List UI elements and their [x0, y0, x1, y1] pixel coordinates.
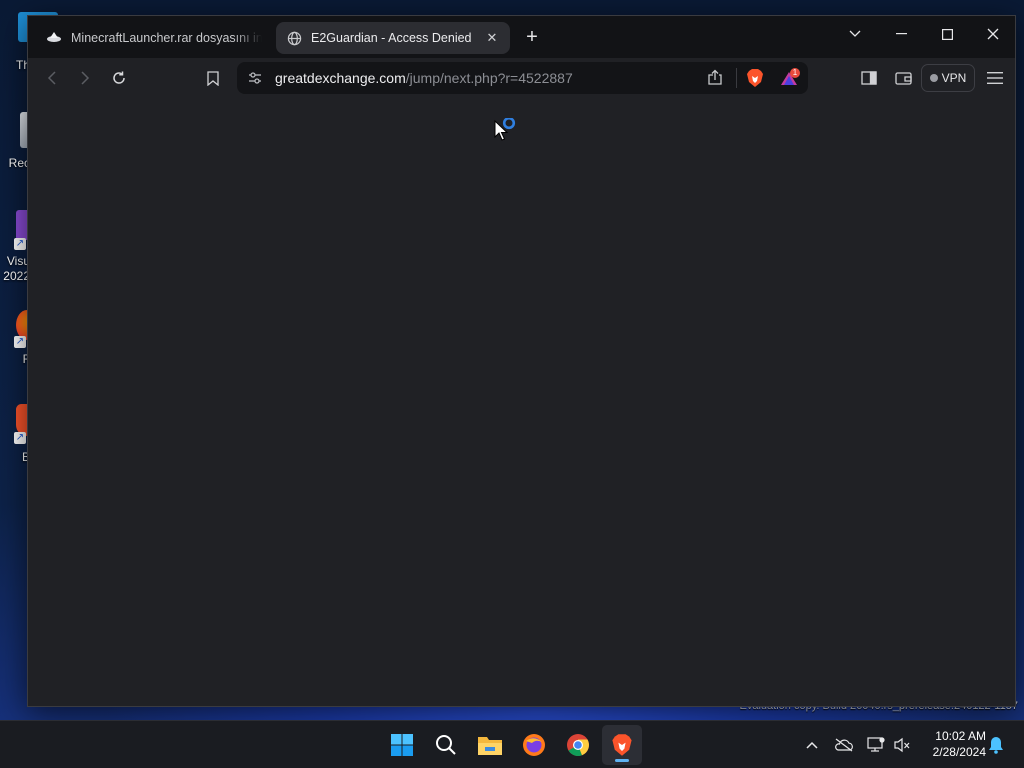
chrome-taskbar-button[interactable] [558, 725, 598, 765]
page-content-area[interactable] [28, 98, 1015, 706]
tab-title: MinecraftLauncher.rar dosyasını indir [71, 31, 262, 45]
desktop-icon-label: Th [15, 58, 30, 72]
url-host: greatdexchange.com [275, 70, 406, 86]
close-window-button[interactable] [970, 20, 1016, 48]
network-icon[interactable] [866, 735, 886, 755]
reload-button[interactable] [109, 68, 129, 88]
system-clock[interactable]: 10:02 AM 2/28/2024 [918, 728, 986, 760]
vpn-status-dot-icon [929, 74, 938, 82]
forward-button[interactable] [75, 68, 95, 88]
vpn-label: VPN [941, 71, 967, 85]
search-button[interactable] [426, 725, 466, 765]
minimize-button[interactable] [878, 20, 924, 48]
tab-search-chevron-icon[interactable] [832, 20, 878, 48]
tab-close-icon[interactable]: ✕ [484, 30, 500, 46]
rewards-badge-count: 1 [792, 68, 798, 77]
browser-toolbar: greatdexchange.com/jump/next.php?r=45228… [28, 58, 1015, 98]
chrome-icon [567, 734, 589, 756]
vpn-button[interactable]: VPN [921, 64, 975, 92]
brave-taskbar-button[interactable] [602, 725, 642, 765]
sidebar-toggle-icon[interactable] [859, 68, 879, 88]
onedrive-offline-icon[interactable] [834, 735, 854, 755]
search-icon [436, 735, 456, 755]
firefox-taskbar-button[interactable] [514, 725, 554, 765]
wallet-icon[interactable] [893, 68, 913, 88]
download-favicon-icon [46, 30, 62, 46]
active-app-indicator [615, 759, 629, 762]
tab-minecraft-launcher[interactable]: MinecraftLauncher.rar dosyasını indir [36, 22, 272, 54]
maximize-button[interactable] [924, 20, 970, 48]
notification-bell-icon[interactable] [986, 735, 1006, 755]
folder-icon [478, 737, 502, 755]
shortcut-arrow-icon: ↗ [14, 432, 26, 444]
main-menu-icon[interactable] [985, 68, 1005, 88]
desktop-icon-label: Visu [6, 254, 30, 268]
url-path: /jump/next.php?r=4522887 [405, 70, 573, 86]
desktop-icon-label: 2022 [3, 269, 30, 283]
volume-muted-icon[interactable] [892, 735, 912, 755]
taskbar: 10:02 AM 2/28/2024 [0, 720, 1024, 768]
show-hidden-icons-chevron-icon[interactable] [802, 735, 822, 755]
windows-logo-icon [391, 734, 413, 756]
tab-e2guardian-access-denied[interactable]: E2Guardian - Access Denied ✕ [276, 22, 510, 54]
busy-cursor-icon [494, 116, 520, 149]
file-explorer-button[interactable] [470, 725, 510, 765]
shortcut-arrow-icon: ↗ [14, 336, 26, 348]
url-text[interactable]: greatdexchange.com/jump/next.php?r=45228… [275, 62, 573, 94]
tab-strip: MinecraftLauncher.rar dosyasını indir E2… [28, 16, 1015, 58]
brave-shields-icon[interactable] [746, 68, 764, 93]
clock-date: 2/28/2024 [932, 745, 986, 759]
tab-title: E2Guardian - Access Denied [311, 31, 472, 45]
desktop-icon-label: F [0, 352, 30, 366]
desktop-icon-label: B [21, 450, 30, 464]
urlbar-divider [736, 68, 737, 88]
brave-rewards-icon[interactable]: 1 [780, 68, 802, 93]
address-bar[interactable]: greatdexchange.com/jump/next.php?r=45228… [237, 62, 808, 94]
new-tab-button[interactable]: + [522, 27, 542, 48]
share-icon[interactable] [706, 69, 724, 92]
globe-icon [286, 30, 302, 46]
site-settings-icon[interactable] [247, 70, 263, 91]
brave-icon [612, 734, 632, 756]
start-button[interactable] [382, 725, 422, 765]
firefox-icon [523, 734, 545, 756]
browser-window: MinecraftLauncher.rar dosyasını indir E2… [27, 15, 1016, 707]
clock-time: 10:02 AM [935, 729, 986, 743]
desktop-icon-label: Rec [8, 156, 30, 170]
shortcut-arrow-icon: ↗ [14, 238, 26, 250]
bookmark-button[interactable] [203, 68, 223, 88]
back-button[interactable] [42, 68, 62, 88]
